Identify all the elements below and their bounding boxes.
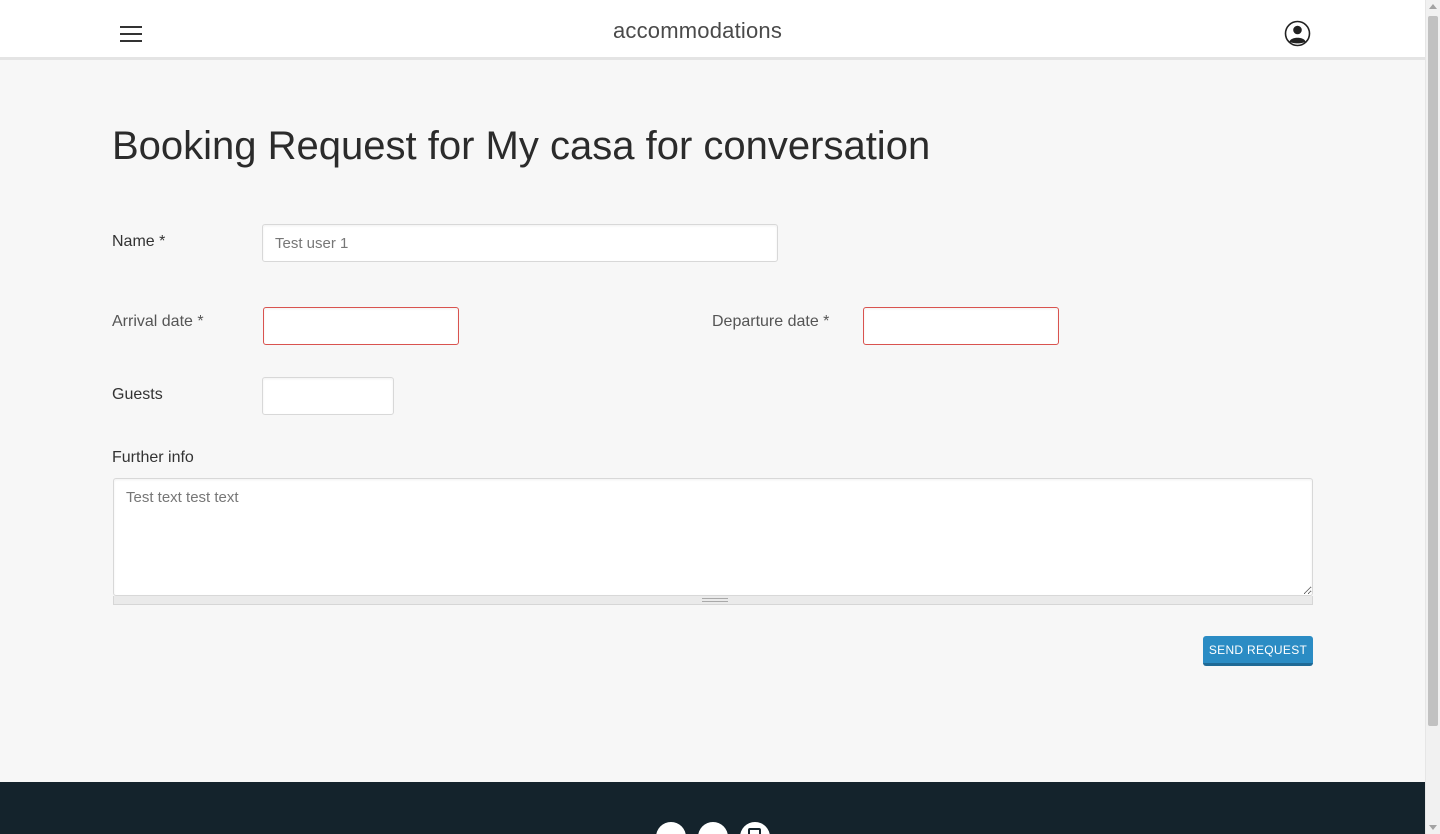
scroll-up-arrow-icon[interactable] [1429, 4, 1437, 9]
brand-title[interactable]: accommodations [0, 18, 1395, 44]
departure-date-label: Departure date * [712, 313, 830, 330]
guests-label: Guests [112, 386, 163, 403]
send-request-button[interactable]: SEND REQUEST [1203, 636, 1313, 666]
arrival-date-input[interactable] [263, 307, 459, 345]
textarea-resize-handle[interactable] [113, 596, 1313, 605]
twitter-icon[interactable] [698, 822, 728, 834]
top-navbar: accommodations [0, 0, 1425, 60]
scroll-thumb[interactable] [1428, 16, 1438, 726]
name-label: Name * [112, 233, 166, 250]
further-info-textarea[interactable]: Test text test text [113, 478, 1313, 596]
departure-date-input[interactable] [863, 307, 1059, 345]
facebook-icon[interactable] [656, 822, 686, 834]
scroll-down-arrow-icon[interactable] [1429, 825, 1437, 830]
name-input[interactable] [262, 224, 778, 262]
footer [0, 782, 1425, 834]
user-account-icon[interactable] [1284, 20, 1311, 47]
page-scrollbar[interactable] [1425, 0, 1440, 834]
guests-input[interactable] [262, 377, 394, 415]
arrival-date-label: Arrival date * [112, 313, 204, 330]
further-info-label: Further info [112, 449, 194, 466]
instagram-icon[interactable] [740, 822, 770, 834]
page-title: Booking Request for My casa for conversa… [112, 124, 931, 168]
instagram-glyph-icon [748, 828, 761, 834]
resize-grip-icon [702, 598, 728, 602]
